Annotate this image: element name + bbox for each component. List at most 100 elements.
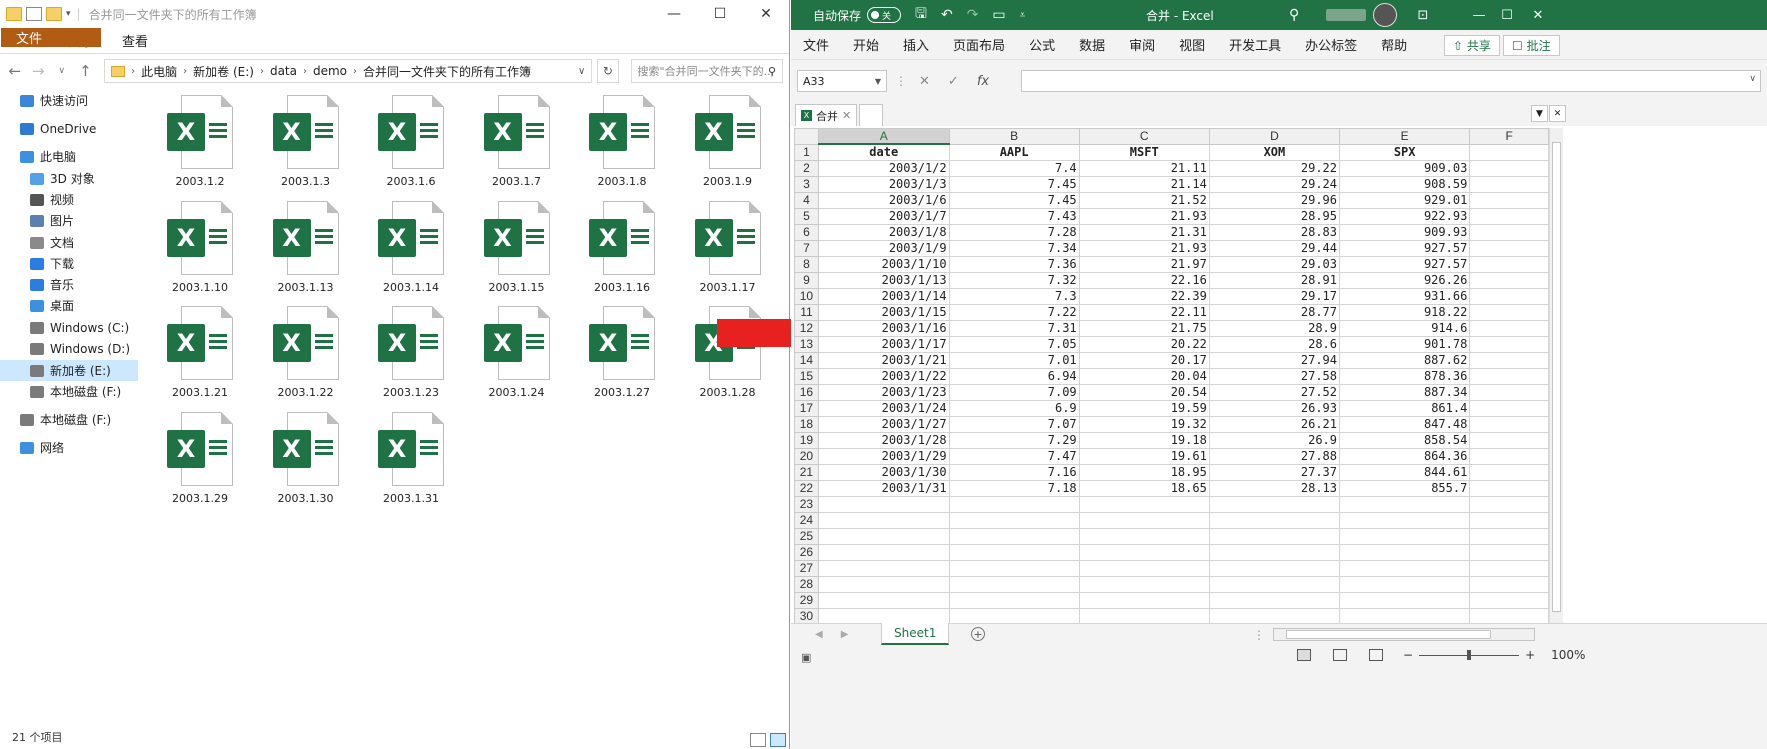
excel-file-item[interactable]: X 2003.1.9 [678, 95, 778, 188]
cell[interactable]: 2003/1/7 [817, 207, 950, 225]
cell[interactable]: 29.24 [1208, 175, 1341, 193]
cell[interactable] [948, 543, 1080, 561]
cell[interactable] [1338, 527, 1471, 545]
sidebar-item[interactable]: 音乐 [0, 274, 138, 295]
cell[interactable]: 878.36 [1338, 367, 1471, 385]
cell[interactable]: 7.32 [948, 271, 1080, 289]
cell[interactable] [1469, 575, 1549, 593]
cell[interactable] [1469, 607, 1549, 623]
zoom-level[interactable]: 100% [1551, 648, 1585, 662]
page-break-view-icon[interactable] [1369, 649, 1383, 661]
ribbon-tab[interactable]: 插入 [891, 35, 941, 54]
address-box[interactable]: › 此电脑 › 新加卷 (E:) › data › demo › 合并同一文件夹下的所有工… [104, 59, 593, 83]
cell[interactable] [948, 559, 1080, 577]
formula-input[interactable]: ∨ [1021, 70, 1761, 92]
cell[interactable]: 22.16 [1078, 271, 1210, 289]
tab-view[interactable]: 查看 [108, 28, 162, 53]
excel-file-item[interactable]: X 2003.1.16 [572, 200, 672, 294]
cell[interactable]: 27.37 [1208, 463, 1341, 481]
cell[interactable]: 858.54 [1338, 431, 1471, 449]
ribbon-tab[interactable]: 办公标签 [1293, 35, 1369, 54]
cell[interactable] [1078, 527, 1210, 545]
excel-file-item[interactable]: X 2003.1.24 [467, 306, 567, 399]
sidebar-item[interactable]: 图片 [0, 210, 138, 231]
cell[interactable] [1469, 367, 1549, 385]
cell[interactable]: 2003/1/3 [817, 175, 950, 193]
cell[interactable]: 887.34 [1338, 383, 1471, 401]
cell[interactable]: 7.18 [948, 479, 1080, 497]
cell[interactable]: 18.95 [1078, 463, 1210, 481]
cell[interactable] [1338, 495, 1471, 513]
excel-file-item[interactable]: X 2003.1.21 [150, 306, 250, 399]
cell[interactable]: 7.29 [948, 431, 1080, 449]
cell[interactable] [1078, 559, 1210, 577]
cell[interactable]: 21.93 [1078, 239, 1210, 257]
open-icon[interactable]: ▭ [992, 7, 1005, 23]
cell[interactable] [1469, 239, 1549, 257]
ribbon-display-options-icon[interactable]: ⊡ [1403, 0, 1443, 30]
ribbon-tab[interactable]: 审阅 [1117, 35, 1167, 54]
breadcrumb-demo[interactable]: demo [313, 64, 347, 78]
excel-file-item[interactable]: X 2003.1.10 [150, 200, 250, 294]
cell[interactable]: 7.4 [948, 159, 1080, 177]
ribbon-tab[interactable]: 开始 [841, 35, 891, 54]
cell[interactable]: date [817, 143, 950, 161]
column-header[interactable]: C [1078, 128, 1210, 145]
cell[interactable]: 20.22 [1078, 335, 1210, 353]
sidebar-item[interactable]: 视频 [0, 189, 138, 210]
cell[interactable] [1469, 559, 1549, 577]
cell[interactable]: 28.91 [1208, 271, 1341, 289]
cell[interactable] [1078, 591, 1210, 609]
customize-quick-access-icon[interactable]: ▾ [66, 9, 71, 19]
column-header[interactable]: A [817, 128, 950, 145]
cell[interactable] [817, 591, 950, 609]
sidebar-item[interactable]: Windows (D:) [0, 338, 138, 359]
cell[interactable]: 2003/1/10 [817, 255, 950, 273]
cell[interactable]: 918.22 [1338, 303, 1471, 321]
row-header[interactable]: 13 [794, 335, 819, 353]
cell[interactable]: 22.39 [1078, 287, 1210, 305]
zoom-out-button[interactable]: − [1403, 648, 1413, 662]
cell[interactable] [817, 527, 950, 545]
cell[interactable]: 2003/1/28 [817, 431, 950, 449]
row-header[interactable]: 16 [794, 383, 819, 401]
cell[interactable]: 27.52 [1208, 383, 1341, 401]
row-header[interactable]: 3 [794, 175, 819, 193]
row-header[interactable]: 15 [794, 367, 819, 385]
cell[interactable] [1469, 191, 1549, 209]
cell[interactable] [1469, 399, 1549, 417]
cell[interactable]: 22.11 [1078, 303, 1210, 321]
cell[interactable] [1208, 495, 1341, 513]
cell[interactable]: 28.13 [1208, 479, 1341, 497]
cell[interactable] [1469, 223, 1549, 241]
cell[interactable] [1469, 351, 1549, 369]
cell[interactable]: 19.61 [1078, 447, 1210, 465]
large-icons-view-icon[interactable] [770, 733, 786, 747]
cell[interactable]: 7.36 [948, 255, 1080, 273]
cell[interactable] [1469, 303, 1549, 321]
properties-icon[interactable] [26, 7, 42, 21]
cell[interactable] [1078, 495, 1210, 513]
excel-file-item[interactable]: X 2003.1.22 [256, 306, 356, 399]
ribbon-tab[interactable]: 开发工具 [1217, 35, 1293, 54]
cell[interactable]: 7.3 [948, 287, 1080, 305]
chevron-down-icon[interactable]: ∨ [578, 66, 585, 77]
cell[interactable]: 909.03 [1338, 159, 1471, 177]
cell[interactable] [1469, 447, 1549, 465]
cell[interactable]: 2003/1/21 [817, 351, 950, 369]
cell[interactable]: MSFT [1078, 143, 1210, 161]
cell[interactable] [1338, 511, 1471, 529]
sidebar-item[interactable]: 本地磁盘 (F:) [0, 381, 138, 402]
cell[interactable]: 2003/1/2 [817, 159, 950, 177]
row-header[interactable]: 26 [794, 543, 819, 561]
maximize-button[interactable]: ☐ [697, 0, 743, 28]
row-header[interactable]: 4 [794, 191, 819, 209]
sidebar-item[interactable]: 下载 [0, 253, 138, 274]
cell[interactable] [1469, 383, 1549, 401]
cell[interactable] [1208, 575, 1341, 593]
column-header[interactable]: D [1208, 128, 1341, 145]
new-folder-icon[interactable] [46, 7, 62, 21]
cell[interactable]: 2003/1/30 [817, 463, 950, 481]
cell[interactable]: 926.26 [1338, 271, 1471, 289]
row-header[interactable]: 19 [794, 431, 819, 449]
